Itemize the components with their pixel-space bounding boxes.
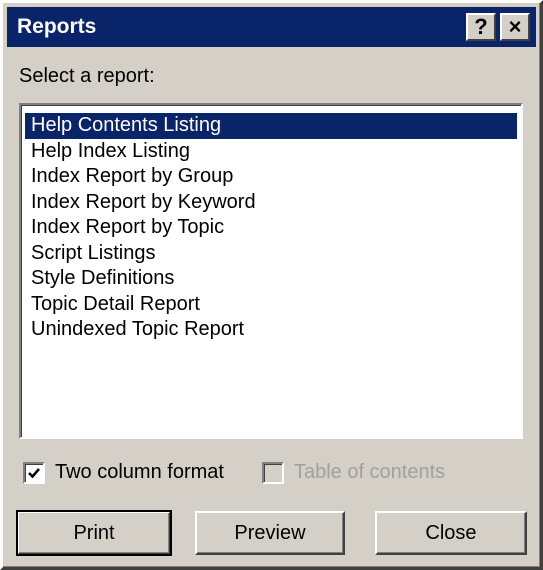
help-icon: ? [474, 14, 488, 39]
window-title: Reports [17, 15, 97, 38]
preview-button[interactable]: Preview [195, 511, 345, 555]
report-list-item[interactable]: Index Report by Keyword [25, 190, 517, 216]
report-list-item[interactable]: Index Report by Group [25, 164, 517, 190]
close-window-button[interactable]: × [500, 13, 530, 41]
help-button[interactable]: ? [466, 13, 496, 41]
two-column-checkbox[interactable] [23, 461, 45, 484]
report-list-item[interactable]: Topic Detail Report [25, 292, 517, 318]
close-icon: × [508, 14, 522, 39]
two-column-option[interactable]: Two column format [23, 461, 224, 484]
title-bar[interactable]: Reports ? × [7, 7, 536, 47]
close-button[interactable]: Close [375, 511, 527, 555]
report-list-item[interactable]: Help Index Listing [25, 139, 517, 165]
report-list-item[interactable]: Script Listings [25, 241, 517, 267]
toc-option: Table of contents [261, 461, 446, 484]
options-row: Two column format Table of contents [23, 461, 445, 484]
toc-label: Table of contents [293, 461, 446, 483]
checkmark-icon [28, 467, 40, 478]
report-list-item[interactable]: Unindexed Topic Report [25, 317, 517, 343]
toc-checkbox [261, 461, 284, 484]
reports-dialog: Reports ? × Select a report: Help Conten… [0, 0, 543, 570]
report-list-item[interactable]: Help Contents Listing [25, 113, 517, 139]
report-listbox[interactable]: Help Contents Listing Help Index Listing… [19, 103, 523, 439]
report-list-item[interactable]: Style Definitions [25, 266, 517, 292]
button-row: Print Preview Close [16, 510, 527, 556]
report-list-item[interactable]: Index Report by Topic [25, 215, 517, 241]
print-button[interactable]: Print [16, 510, 172, 556]
select-report-label: Select a report: [19, 65, 155, 87]
two-column-label: Two column format [55, 461, 224, 483]
